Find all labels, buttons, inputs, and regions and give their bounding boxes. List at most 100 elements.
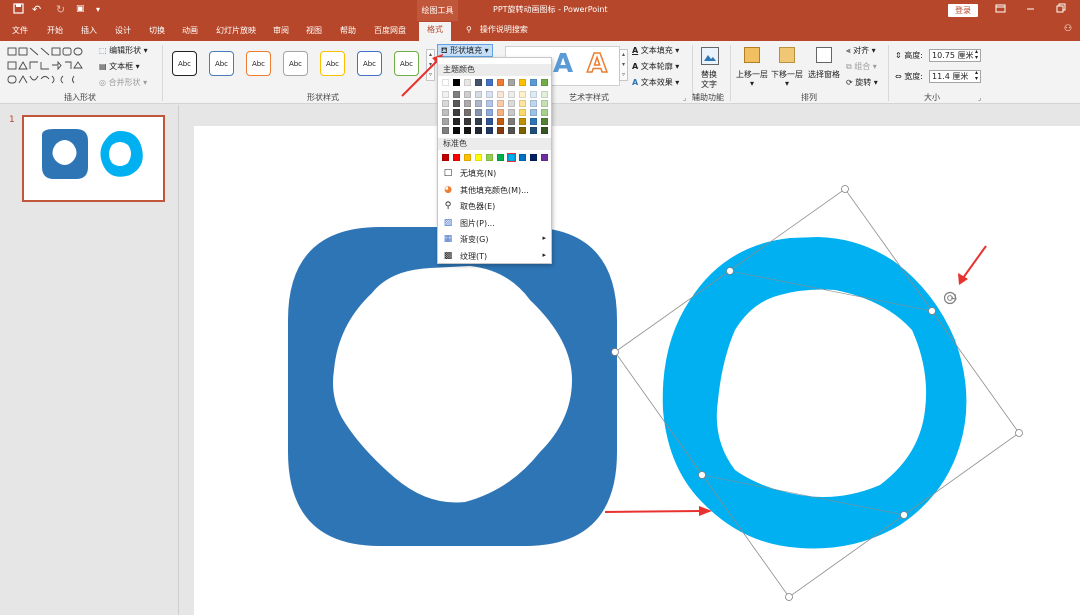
shape-fill-button[interactable]: ⛾ 形状填充 ▾: [437, 44, 493, 57]
theme-shade-swatch[interactable]: [508, 91, 515, 98]
theme-shade-swatch[interactable]: [519, 118, 526, 125]
theme-color-swatch[interactable]: [497, 79, 504, 86]
theme-shade-swatch[interactable]: [442, 118, 449, 125]
width-spinner[interactable]: ▴ ▾: [975, 70, 978, 82]
theme-shade-swatch[interactable]: [530, 127, 537, 134]
redo-icon[interactable]: ↻: [56, 3, 65, 16]
slide-canvas[interactable]: [194, 126, 1080, 615]
theme-shade-swatch[interactable]: [453, 109, 460, 116]
theme-color-swatch[interactable]: [508, 79, 515, 86]
undo-icon[interactable]: ↶: [32, 3, 41, 16]
alt-text-button[interactable]: 替换 文字: [698, 45, 722, 91]
theme-shade-swatch[interactable]: [453, 91, 460, 98]
group-button[interactable]: ⧉ 组合 ▾: [846, 61, 877, 72]
theme-shade-swatch[interactable]: [497, 118, 504, 125]
login-button[interactable]: 登录: [948, 4, 978, 17]
theme-shade-swatch[interactable]: [453, 100, 460, 107]
standard-color-swatch[interactable]: [497, 154, 504, 161]
theme-shade-swatch[interactable]: [442, 127, 449, 134]
theme-shade-swatch[interactable]: [508, 109, 515, 116]
share-icon[interactable]: ⚇: [1064, 24, 1072, 34]
theme-shade-swatch[interactable]: [519, 127, 526, 134]
size-dialog-launcher-icon[interactable]: ⌟: [978, 94, 981, 102]
height-input[interactable]: 10.75 厘米 ▴ ▾: [929, 49, 981, 62]
fill-menu-item[interactable]: ⚲ 取色器(E): [438, 199, 551, 214]
customize-qat-icon[interactable]: ▾: [96, 5, 100, 14]
fill-menu-item[interactable]: ▨ 图片(P)...: [438, 216, 551, 231]
theme-shade-swatch[interactable]: [442, 91, 449, 98]
shape-style-7[interactable]: Abc: [394, 51, 419, 76]
shape-style-4[interactable]: Abc: [283, 51, 308, 76]
width-input[interactable]: 11.4 厘米 ▴ ▾: [929, 70, 981, 83]
text-box-button[interactable]: ▤ 文本框 ▾: [99, 61, 140, 72]
save-icon[interactable]: [13, 3, 24, 17]
standard-color-swatch[interactable]: [464, 154, 471, 161]
restore-icon[interactable]: [1055, 3, 1066, 17]
shape-style-6[interactable]: Abc: [357, 51, 382, 76]
theme-shade-swatch[interactable]: [486, 91, 493, 98]
tab-help[interactable]: 帮助: [340, 25, 356, 36]
wordart-style-blue[interactable]: A: [553, 49, 573, 79]
slide-thumbnail[interactable]: [22, 115, 165, 202]
shape-style-5[interactable]: Abc: [320, 51, 345, 76]
theme-shade-swatch[interactable]: [497, 109, 504, 116]
bring-forward-button[interactable]: 上移一层 ▾: [736, 45, 770, 91]
theme-shade-swatch[interactable]: [475, 100, 482, 107]
theme-shade-swatch[interactable]: [497, 91, 504, 98]
theme-shade-swatch[interactable]: [453, 118, 460, 125]
text-outline-button[interactable]: A 文本轮廓 ▾: [632, 61, 679, 72]
tab-review[interactable]: 审阅: [273, 25, 289, 36]
theme-shade-swatch[interactable]: [464, 127, 471, 134]
tab-animations[interactable]: 动画: [182, 25, 198, 36]
theme-shade-swatch[interactable]: [530, 100, 537, 107]
theme-shade-swatch[interactable]: [497, 100, 504, 107]
theme-shade-swatch[interactable]: [541, 100, 548, 107]
standard-color-swatch[interactable]: [442, 154, 449, 161]
theme-shade-swatch[interactable]: [486, 118, 493, 125]
tab-format[interactable]: 格式: [419, 22, 451, 41]
tab-slideshow[interactable]: 幻灯片放映: [216, 25, 256, 36]
theme-color-swatch[interactable]: [486, 79, 493, 86]
theme-shade-swatch[interactable]: [453, 127, 460, 134]
standard-color-swatch[interactable]: [519, 154, 526, 161]
shape-style-1[interactable]: Abc: [172, 51, 197, 76]
align-button[interactable]: ⫷ 对齐 ▾: [846, 45, 876, 56]
shape-style-2[interactable]: Abc: [209, 51, 234, 76]
theme-shade-swatch[interactable]: [519, 91, 526, 98]
theme-color-swatch[interactable]: [541, 79, 548, 86]
send-backward-button[interactable]: 下移一层 ▾: [771, 45, 805, 91]
text-fill-button[interactable]: A 文本填充 ▾: [632, 45, 679, 56]
theme-color-swatch[interactable]: [519, 79, 526, 86]
wordart-style-orange-outline[interactable]: A: [586, 48, 608, 80]
theme-shade-swatch[interactable]: [442, 100, 449, 107]
wordart-scrollbar[interactable]: ▴ ▾ ▿: [619, 49, 628, 81]
fill-menu-item[interactable]: ◕ 其他填充颜色(M)...: [438, 183, 551, 198]
theme-shade-swatch[interactable]: [497, 127, 504, 134]
theme-shade-swatch[interactable]: [541, 109, 548, 116]
theme-shade-swatch[interactable]: [486, 127, 493, 134]
theme-shade-swatch[interactable]: [541, 127, 548, 134]
tab-baidu-netdisk[interactable]: 百度网盘: [374, 25, 406, 36]
theme-shade-swatch[interactable]: [541, 118, 548, 125]
theme-shade-swatch[interactable]: [475, 118, 482, 125]
wordart-dialog-launcher-icon[interactable]: ⌟: [683, 94, 686, 102]
theme-shade-swatch[interactable]: [530, 91, 537, 98]
shape-styles-scrollbar[interactable]: ▴ ▾ ▿: [426, 49, 435, 81]
theme-shade-swatch[interactable]: [508, 127, 515, 134]
theme-shade-swatch[interactable]: [464, 100, 471, 107]
theme-shade-swatch[interactable]: [541, 91, 548, 98]
shape-style-3[interactable]: Abc: [246, 51, 271, 76]
rotate-button[interactable]: ⟳ 旋转 ▾: [846, 77, 878, 88]
tab-home[interactable]: 开始: [47, 25, 63, 36]
standard-color-swatch[interactable]: [486, 154, 493, 161]
fill-menu-item[interactable]: □ 无填充(N): [438, 166, 551, 181]
ribbon-display-options-icon[interactable]: [995, 3, 1006, 17]
standard-color-swatch[interactable]: [507, 153, 516, 162]
standard-color-swatch[interactable]: [541, 154, 548, 161]
theme-shade-swatch[interactable]: [519, 109, 526, 116]
theme-color-swatch[interactable]: [464, 79, 471, 86]
theme-color-swatch[interactable]: [453, 79, 460, 86]
theme-shade-swatch[interactable]: [530, 118, 537, 125]
theme-shade-swatch[interactable]: [464, 91, 471, 98]
theme-shade-swatch[interactable]: [486, 109, 493, 116]
